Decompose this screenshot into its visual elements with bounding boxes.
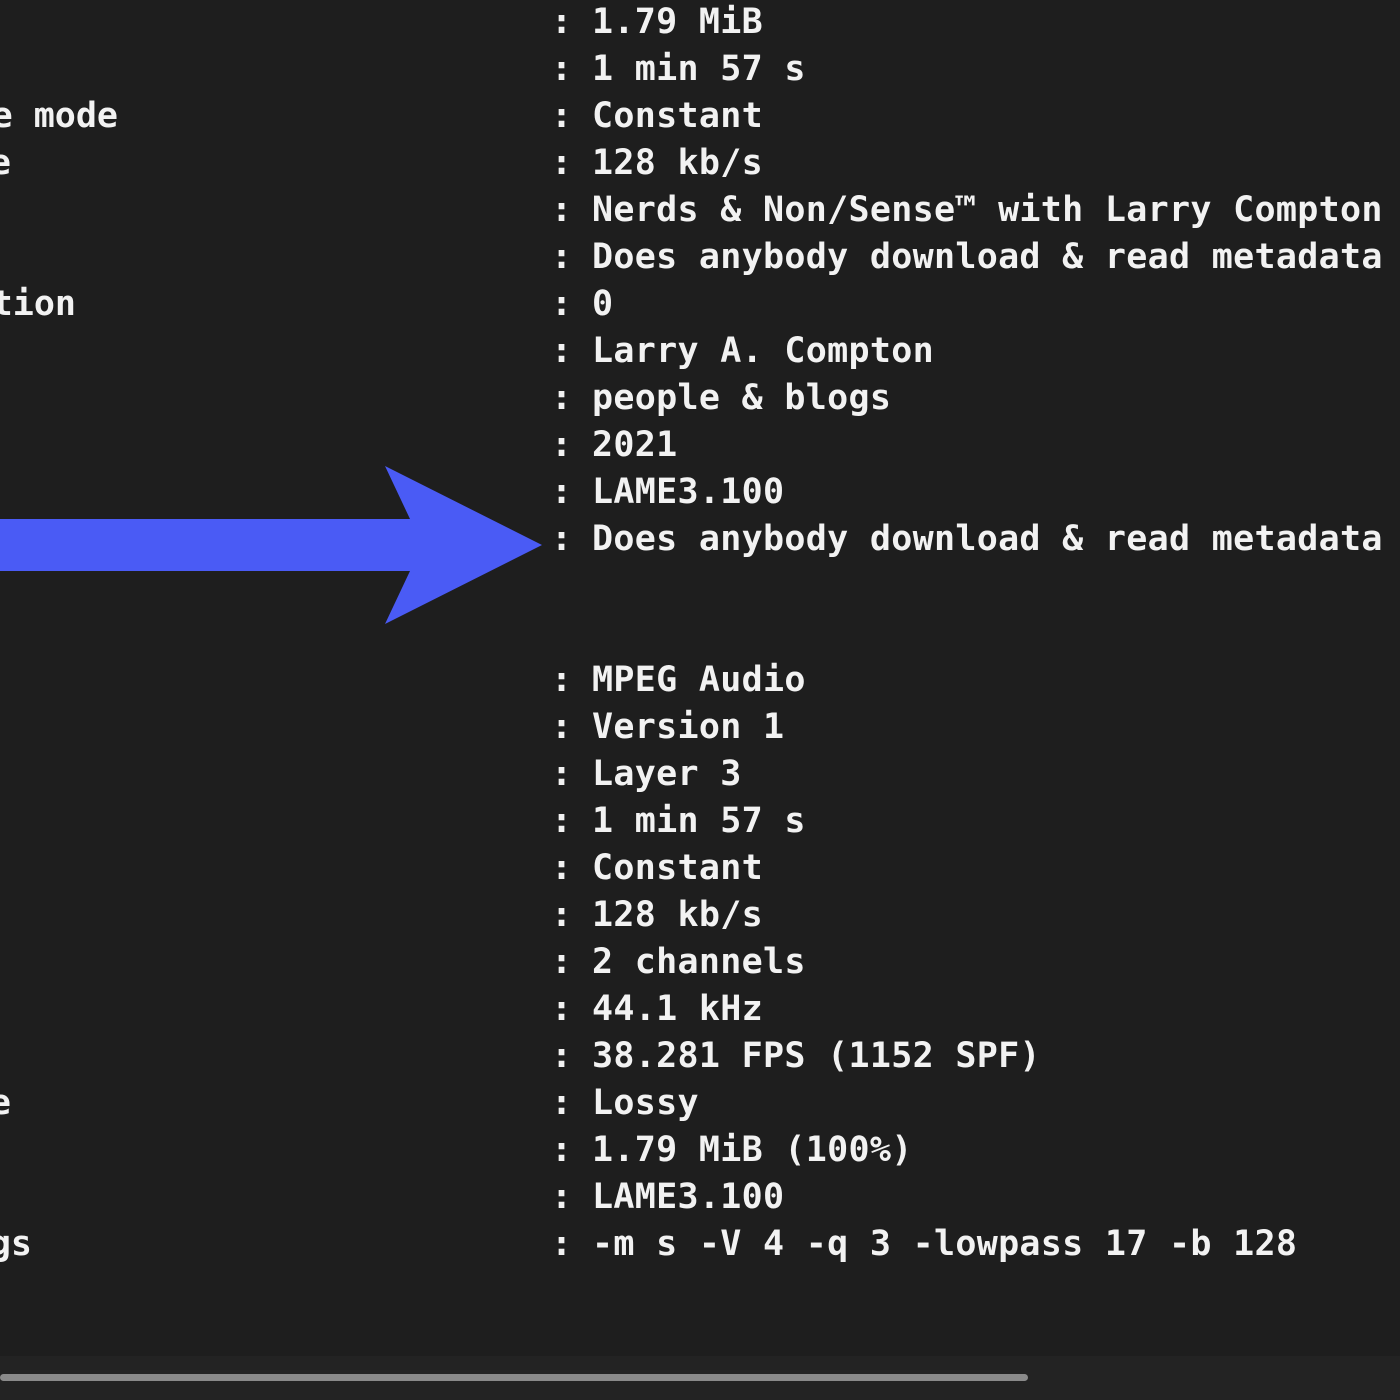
- value-audio-bitrate: 128 kb/s: [592, 895, 763, 935]
- value-audio-duration: 1 min 57 s: [592, 801, 806, 841]
- value-format: MPEG Audio: [592, 660, 806, 700]
- separator: :: [551, 848, 573, 888]
- audio-line-format-profile: : Layer 3: [0, 754, 1400, 801]
- audio-line-duration: : 1 min 57 s: [0, 801, 1400, 848]
- terminal-output: : 1.79 MiB : 1 min 57 s e mode : Constan…: [0, 0, 1400, 1400]
- audio-line-bitrate-mode: : Constant: [0, 848, 1400, 895]
- value-album: Nerds & Non/Sense™ with Larry Compton: [592, 190, 1383, 230]
- audio-line-channels: : 2 channels: [0, 942, 1400, 989]
- separator: :: [551, 378, 573, 418]
- audio-line-bitrate: : 128 kb/s: [0, 895, 1400, 942]
- label-compression-mode: e: [0, 1083, 11, 1123]
- separator: :: [551, 942, 573, 982]
- value-performer: Larry A. Compton: [592, 331, 934, 371]
- value-writing-library: LAME3.100: [592, 472, 785, 512]
- audio-line-compression-mode: e : Lossy: [0, 1083, 1400, 1130]
- label-track-position: tion: [0, 284, 76, 324]
- audio-line-writing-library: : LAME3.100: [0, 1177, 1400, 1224]
- separator: :: [551, 1130, 573, 1170]
- separator: :: [551, 707, 573, 747]
- value-format-profile: Layer 3: [592, 754, 742, 794]
- general-line-bitrate: e : 128 kb/s: [0, 143, 1400, 190]
- right-arrow-icon: [0, 466, 542, 624]
- separator: :: [551, 96, 573, 136]
- value-file-size: 1.79 MiB: [592, 2, 763, 42]
- label-encoding-settings: gs: [0, 1224, 32, 1264]
- separator: :: [551, 237, 573, 277]
- separator: :: [551, 1224, 573, 1264]
- separator: :: [551, 660, 573, 700]
- audio-line-format-version: : Version 1: [0, 707, 1400, 754]
- value-recorded-date: 2021: [592, 425, 678, 465]
- value-channels: 2 channels: [592, 942, 806, 982]
- separator: :: [551, 425, 573, 465]
- value-audio-writing-library: LAME3.100: [592, 1177, 785, 1217]
- general-line-track-position: tion : 0: [0, 284, 1400, 331]
- audio-line-format: : MPEG Audio: [0, 660, 1400, 707]
- separator: :: [551, 801, 573, 841]
- general-line-album: : Nerds & Non/Sense™ with Larry Compton: [0, 190, 1400, 237]
- value-track-name: Does anybody download & read metadata: [592, 237, 1383, 277]
- separator: :: [551, 519, 573, 559]
- value-frame-rate: 38.281 FPS (1152 SPF): [592, 1036, 1041, 1076]
- value-format-version: Version 1: [592, 707, 785, 747]
- separator: :: [551, 1177, 573, 1217]
- separator: :: [551, 989, 573, 1029]
- separator: :: [551, 895, 573, 935]
- value-bitrate-mode: Constant: [592, 96, 763, 136]
- general-line-genre: : people & blogs: [0, 378, 1400, 425]
- general-line-duration: : 1 min 57 s: [0, 49, 1400, 96]
- separator: :: [551, 1036, 573, 1076]
- general-line-track-name: : Does anybody download & read metadata: [0, 237, 1400, 284]
- general-line-bitrate-mode: e mode : Constant: [0, 96, 1400, 143]
- separator: :: [551, 472, 573, 512]
- separator: :: [551, 1083, 573, 1123]
- value-track-position: 0: [592, 284, 614, 324]
- general-line-performer: : Larry A. Compton: [0, 331, 1400, 378]
- value-sampling-rate: 44.1 kHz: [592, 989, 763, 1029]
- label-bitrate-mode: e mode: [0, 96, 118, 136]
- audio-line-encoding-settings: gs : -m s -V 4 -q 3 -lowpass 17 -b 128: [0, 1224, 1400, 1271]
- separator: :: [551, 190, 573, 230]
- separator: :: [551, 331, 573, 371]
- general-line-file-size: : 1.79 MiB: [0, 2, 1400, 49]
- value-duration: 1 min 57 s: [592, 49, 806, 89]
- value-compression-mode: Lossy: [592, 1083, 699, 1123]
- value-audio-bitrate-mode: Constant: [592, 848, 763, 888]
- value-stream-size: 1.79 MiB (100%): [592, 1130, 913, 1170]
- value-genre: people & blogs: [592, 378, 892, 418]
- value-comment: Does anybody download & read metadata: [592, 519, 1383, 559]
- separator: :: [551, 49, 573, 89]
- audio-line-frame-rate: : 38.281 FPS (1152 SPF): [0, 1036, 1400, 1083]
- separator: :: [551, 2, 573, 42]
- audio-line-sampling-rate: : 44.1 kHz: [0, 989, 1400, 1036]
- separator: :: [551, 143, 573, 183]
- value-bitrate: 128 kb/s: [592, 143, 763, 183]
- horizontal-scrollbar-thumb[interactable]: [0, 1374, 1028, 1381]
- separator: :: [551, 754, 573, 794]
- value-encoding-settings: -m s -V 4 -q 3 -lowpass 17 -b 128: [592, 1224, 1298, 1264]
- separator: :: [551, 284, 573, 324]
- audio-line-stream-size: : 1.79 MiB (100%): [0, 1130, 1400, 1177]
- label-bitrate: e: [0, 143, 11, 183]
